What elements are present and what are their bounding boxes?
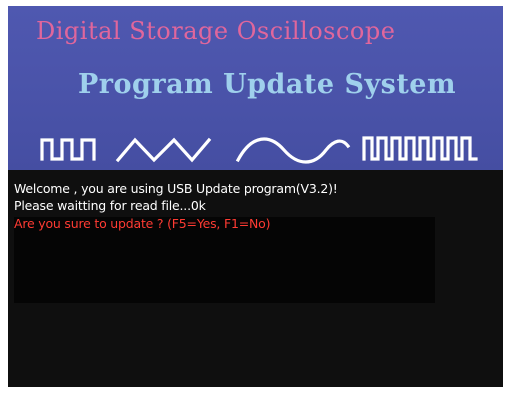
sine-wave-icon — [235, 137, 351, 164]
triangle-wave-icon — [115, 137, 212, 163]
read-file-status: Please waitting for read file...0k — [14, 198, 206, 213]
square-wave-icon — [40, 138, 96, 161]
pulse-train-icon — [362, 136, 478, 161]
update-confirm-prompt[interactable]: Are you sure to update ? (F5=Yes, F1=No) — [14, 216, 270, 231]
welcome-message: Welcome , you are using USB Update progr… — [14, 181, 338, 196]
update-banner: Digital Storage Oscilloscope Program Upd… — [8, 6, 503, 170]
system-title: Program Update System — [78, 69, 457, 100]
oscilloscope-screen: Digital Storage Oscilloscope Program Upd… — [8, 6, 503, 387]
device-title: Digital Storage Oscilloscope — [36, 17, 396, 45]
terminal-console: Welcome , you are using USB Update progr… — [8, 170, 503, 387]
waveform-strip — [40, 136, 478, 164]
